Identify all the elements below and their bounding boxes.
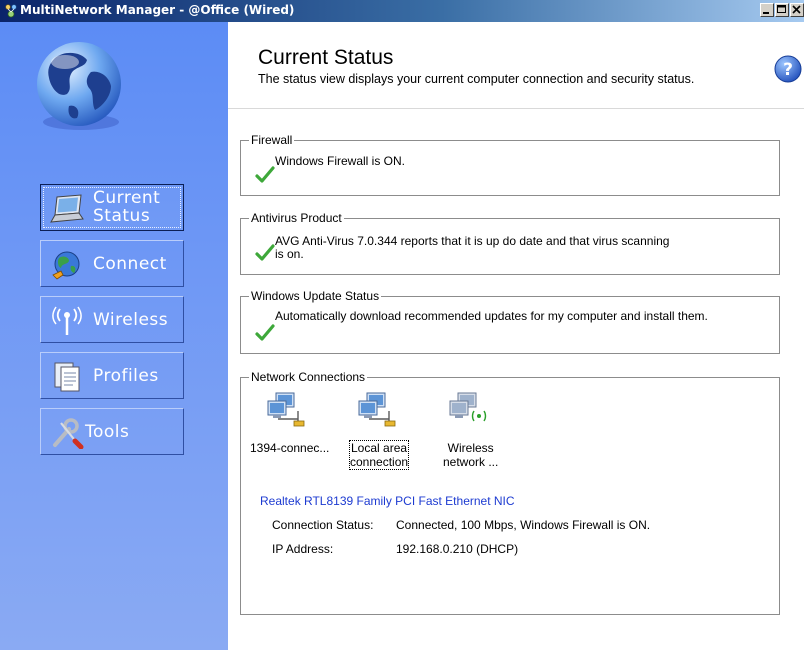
antivirus-group: Antivirus Product AVG Anti-Virus 7.0.344… [240, 211, 780, 275]
windows-update-message: Automatically download recommended updat… [275, 309, 708, 323]
check-icon [255, 166, 275, 183]
firewall-group: Firewall Windows Firewall is ON. [240, 133, 780, 196]
connection-label-1394[interactable]: 1394-connec... [250, 441, 329, 455]
connection-label-wireless[interactable]: Wireless network ... [443, 441, 498, 469]
ip-address-value: 192.168.0.210 (DHCP) [396, 542, 519, 556]
nav-tools[interactable]: Tools [40, 408, 184, 455]
nic-name: Realtek RTL8139 Family PCI Fast Ethernet… [260, 494, 515, 508]
connection-label-line1: Wireless [447, 441, 494, 455]
close-icon [792, 5, 801, 14]
connection-label-line2: network ... [443, 455, 499, 469]
minimize-icon [763, 12, 769, 14]
nav-label: Wireless [93, 310, 169, 330]
wrench-screwdriver-icon [53, 418, 84, 449]
nav-wireless[interactable]: Wireless [40, 296, 184, 343]
nav-profiles[interactable]: Profiles [40, 352, 184, 399]
nav-label: Profiles [93, 366, 159, 386]
windows-update-legend: Windows Update Status [249, 289, 382, 303]
nav-label-current: Current [93, 188, 161, 208]
connection-label-line2: connection [350, 455, 409, 469]
title-bar[interactable]: MultiNetwork Manager - @Office (Wired) [0, 0, 804, 22]
check-icon [255, 244, 275, 261]
nav-connect[interactable]: Connect [40, 240, 184, 287]
close-button[interactable] [790, 3, 804, 17]
antivirus-message-line1: AVG Anti-Virus 7.0.344 reports that it i… [275, 234, 670, 248]
network-connection-icon[interactable] [355, 389, 397, 429]
nav-label-status: Status [93, 206, 151, 226]
globe-logo-icon [37, 42, 121, 130]
connection-status-label: Connection Status: [272, 518, 374, 532]
page-title: Current Status [258, 46, 394, 69]
window-title: MultiNetwork Manager - @Office (Wired) [20, 3, 295, 17]
laptop-icon [50, 194, 84, 223]
connection-label-line1: Local area [351, 441, 408, 455]
app-icon [5, 4, 17, 18]
connection-status-value: Connected, 100 Mbps, Windows Firewall is… [396, 518, 651, 532]
ip-address-label: IP Address: [272, 542, 334, 556]
network-connections-group: Network Connections 1394-connec... Local… [240, 370, 780, 615]
antivirus-legend: Antivirus Product [249, 211, 344, 225]
sidebar: Current Status Connect Wireless Profiles… [0, 22, 228, 650]
nav-label: Connect [93, 254, 167, 274]
maximize-icon [777, 5, 786, 13]
nav-label: Tools [85, 422, 130, 442]
connection-label-local-area[interactable]: Local area connection [348, 440, 410, 470]
windows-update-group: Windows Update Status Automatically down… [240, 289, 780, 354]
firewall-legend: Firewall [249, 133, 295, 147]
check-icon [255, 324, 275, 341]
svg-text:?: ? [783, 60, 793, 80]
minimize-button[interactable] [760, 3, 774, 17]
nav-current-status[interactable]: Current Status [40, 184, 184, 231]
maximize-button[interactable] [775, 3, 789, 17]
network-connections-legend: Network Connections [249, 370, 368, 384]
antenna-icon [52, 306, 82, 335]
help-icon[interactable]: ? [774, 55, 802, 83]
antivirus-message-line2: is on. [275, 247, 304, 261]
main-content: Firewall Windows Firewall is ON. Antivir… [228, 108, 804, 651]
wireless-connection-icon[interactable] [446, 389, 488, 429]
globe-connect-icon [52, 251, 80, 280]
page-header: Current Status The status view displays … [228, 22, 804, 108]
page-subtitle: The status view displays your current co… [258, 72, 695, 86]
documents-icon [54, 362, 80, 392]
firewall-message: Windows Firewall is ON. [275, 154, 406, 168]
network-connection-icon[interactable] [264, 389, 306, 429]
